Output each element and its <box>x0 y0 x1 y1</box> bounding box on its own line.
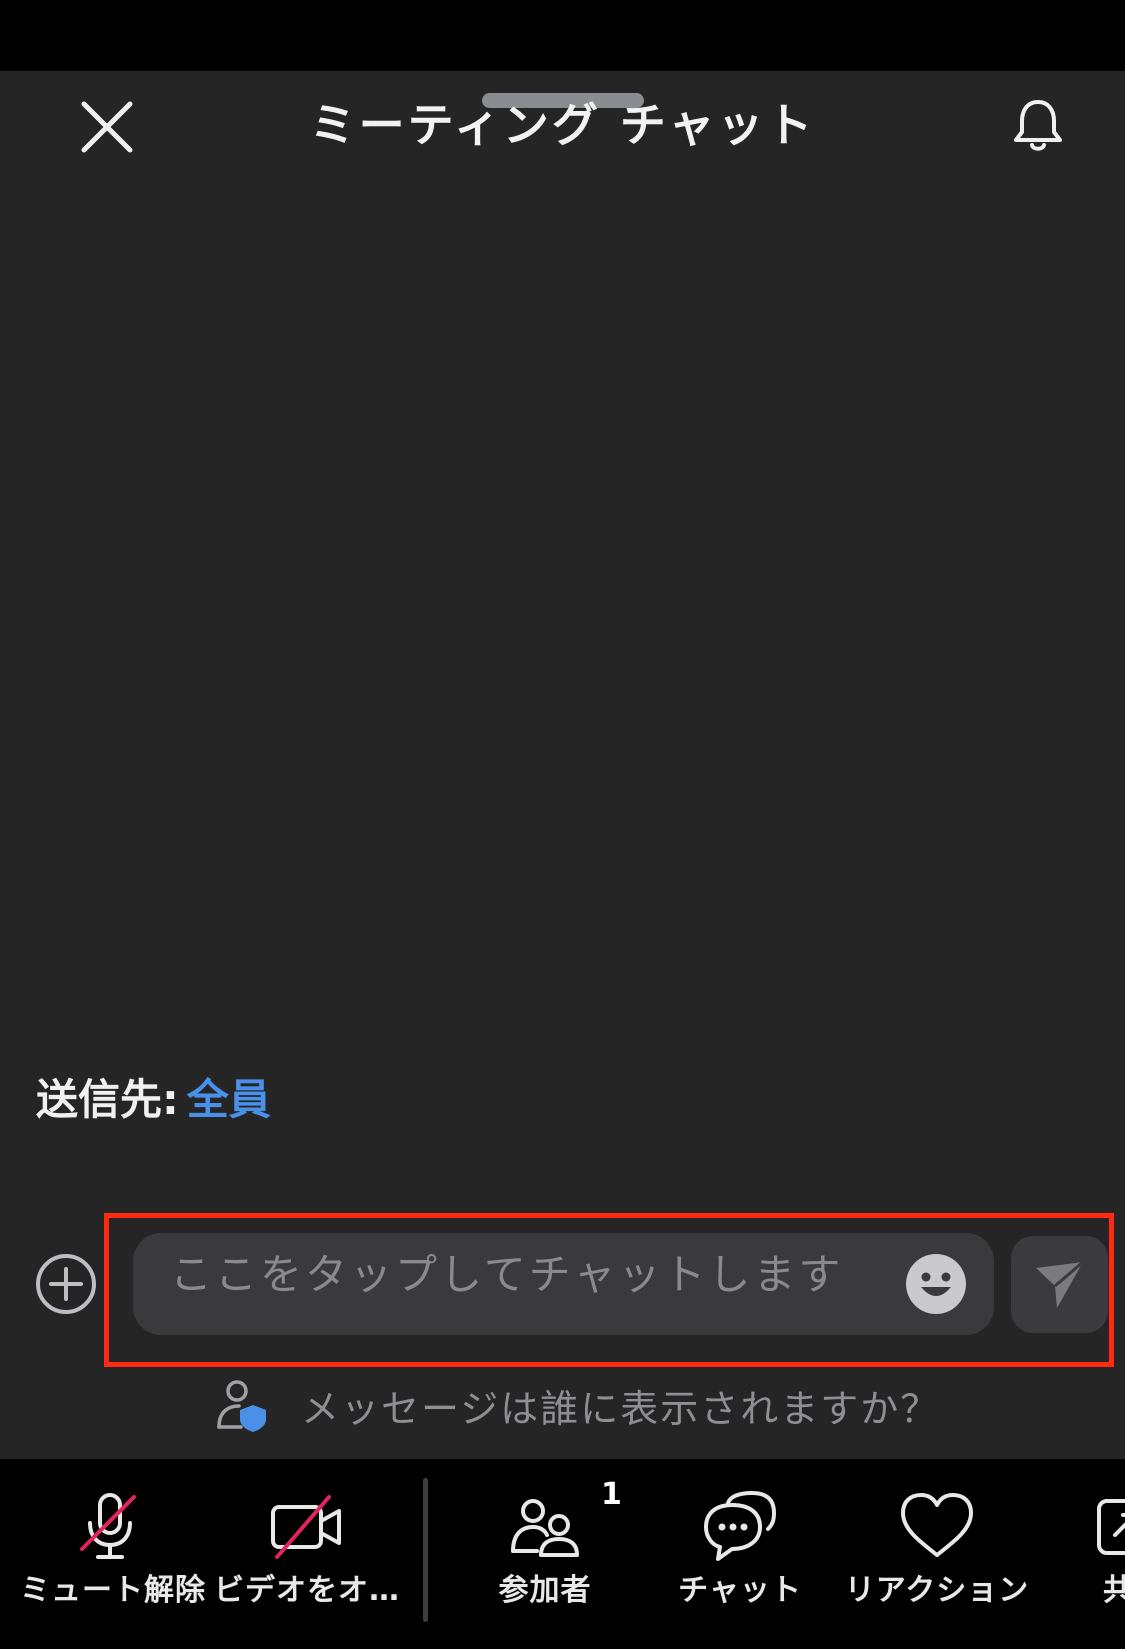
toolbar-divider <box>423 1478 428 1622</box>
share-label: 共 <box>1103 1573 1125 1608</box>
reactions-button[interactable]: リアクション <box>842 1459 1032 1649</box>
recipient-selector: 送信先: 全員 <box>36 1070 271 1130</box>
unmute-label: ミュート解除 <box>20 1573 206 1608</box>
unmute-button[interactable]: ミュート解除 <box>20 1459 206 1649</box>
privacy-text: メッセージは誰に表示されますか？ <box>301 1386 941 1431</box>
recipient-prefix: 送信先: <box>36 1075 179 1124</box>
page-title: ミーティング チャット <box>309 98 816 152</box>
plus-circle-icon[interactable] <box>34 1252 98 1316</box>
status-bar <box>0 0 1125 71</box>
participants-count-badge: 1 <box>601 1477 622 1512</box>
participants-icon <box>511 1499 579 1557</box>
meeting-toolbar: ミュート解除 ビデオをオ… 参加者 1 チャット リアクション 共 <box>0 1459 1125 1649</box>
recipient-target[interactable]: 全員 <box>187 1075 271 1124</box>
share-button[interactable]: 共 <box>1085 1459 1125 1649</box>
privacy-info-link[interactable]: メッセージは誰に表示されますか？ <box>215 1375 940 1435</box>
video-label: ビデオをオ… <box>214 1573 400 1608</box>
participants-label: 参加者 <box>498 1573 592 1608</box>
video-off-icon <box>271 1495 341 1559</box>
bell-icon[interactable] <box>1008 96 1068 156</box>
reactions-label: リアクション <box>844 1573 1030 1608</box>
heart-icon <box>901 1493 973 1557</box>
video-button[interactable]: ビデオをオ… <box>212 1459 402 1649</box>
chat-label: チャット <box>678 1573 802 1608</box>
chat-icon <box>704 1490 777 1561</box>
highlight-annotation <box>104 1213 1114 1367</box>
share-icon <box>1097 1499 1125 1555</box>
person-shield-icon <box>217 1380 266 1432</box>
mic-muted-icon <box>80 1493 136 1559</box>
chat-button[interactable]: チャット <box>650 1459 830 1649</box>
